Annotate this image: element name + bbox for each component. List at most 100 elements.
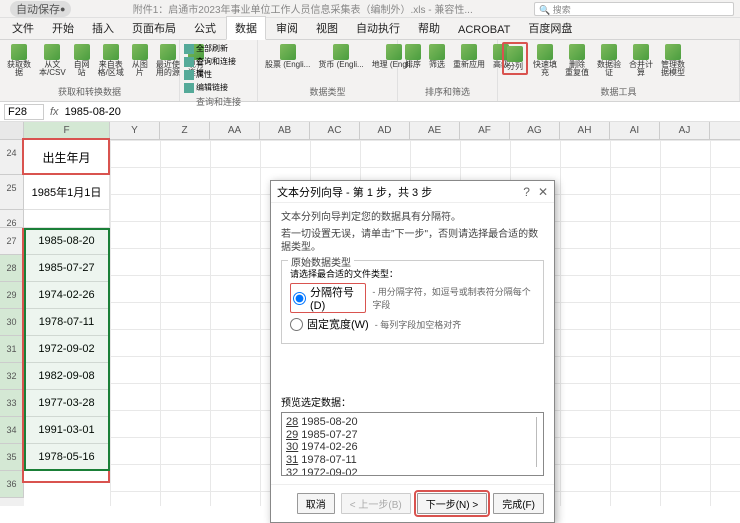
row-header-30[interactable]: 30 xyxy=(0,309,24,336)
tab-审阅[interactable]: 审阅 xyxy=(268,17,306,39)
tab-页面布局[interactable]: 页面布局 xyxy=(124,17,184,39)
col-header-AH[interactable]: AH xyxy=(560,122,610,139)
col-header-AF[interactable]: AF xyxy=(460,122,510,139)
dialog-close-icon[interactable]: ✕ xyxy=(538,185,548,199)
cell-value[interactable]: 1972-09-02 xyxy=(24,336,110,363)
ribbon-button[interactable]: 重新应用 xyxy=(450,42,488,71)
data-type-fieldset: 原始数据类型 请选择最合适的文件类型： 分隔符号(D) - 用分隔字符，如逗号或… xyxy=(281,260,544,344)
cell-value[interactable]: 1985-08-20 xyxy=(24,228,110,255)
radio-hint: - 每列字段加空格对齐 xyxy=(375,318,462,331)
tab-插入[interactable]: 插入 xyxy=(84,17,122,39)
name-box[interactable]: F28 xyxy=(4,104,44,120)
cell-value[interactable]: 1991-03-01 xyxy=(24,417,110,444)
cell-value[interactable]: 1982-09-08 xyxy=(24,363,110,390)
tab-自动执行[interactable]: 自动执行 xyxy=(348,17,408,39)
tab-帮助[interactable]: 帮助 xyxy=(410,17,448,39)
group-label: 数据类型 xyxy=(262,84,393,99)
ribbon-button[interactable]: 快速填充 xyxy=(530,42,560,79)
row-header-32[interactable]: 32 xyxy=(0,363,24,390)
tab-文件[interactable]: 文件 xyxy=(4,17,42,39)
row-header-31[interactable]: 31 xyxy=(0,336,24,363)
ribbon-button[interactable]: 管理数据模型 xyxy=(658,42,688,79)
column-headers: FYZAAABACADAEAFAGAHAIAJ xyxy=(0,122,740,140)
cell-value[interactable]: 1978-07-11 xyxy=(24,309,110,336)
cell-value[interactable]: 1985-07-27 xyxy=(24,255,110,282)
autosave-toggle[interactable]: 自动保存 ● xyxy=(10,1,71,17)
ribbon-button[interactable]: 全部刷新 xyxy=(184,42,228,55)
col-header-AJ[interactable]: AJ xyxy=(660,122,710,139)
col-header-Z[interactable]: Z xyxy=(160,122,210,139)
dialog-title-bar[interactable]: 文本分列向导 - 第 1 步，共 3 步 ? ✕ xyxy=(271,181,554,203)
ribbon-button[interactable]: 筛选 xyxy=(426,42,448,71)
ribbon-button[interactable]: 货币 (Engli... xyxy=(315,42,366,71)
ribbon-group-queries: 全部刷新查询和连接属性编辑链接 查询和连接 xyxy=(180,40,258,101)
cell-value[interactable]: 1974-02-26 xyxy=(24,282,110,309)
ribbon-tabs: 文件开始插入页面布局公式数据审阅视图自动执行帮助ACROBAT百度网盘 xyxy=(0,18,740,40)
ribbon-button[interactable]: 属性 xyxy=(184,68,212,81)
row-header-25[interactable]: 25 xyxy=(0,175,24,210)
tab-视图[interactable]: 视图 xyxy=(308,17,346,39)
col-header-F[interactable]: F xyxy=(24,122,110,139)
ribbon-button[interactable]: 分列 xyxy=(502,42,528,75)
ribbon-button[interactable]: 合并计算 xyxy=(626,42,656,79)
tab-ACROBAT[interactable]: ACROBAT xyxy=(450,21,518,39)
row-header-34[interactable]: 34 xyxy=(0,417,24,444)
tab-数据[interactable]: 数据 xyxy=(226,16,266,40)
col-header-Y[interactable]: Y xyxy=(110,122,160,139)
row-header-36[interactable]: 36 xyxy=(0,471,24,498)
ribbon-button[interactable]: 排序 xyxy=(402,42,424,71)
row-header-27[interactable]: 27 xyxy=(0,228,24,255)
group-label: 获取和转换数据 xyxy=(4,84,175,99)
ribbon-button[interactable]: 自网站 xyxy=(71,42,93,79)
ribbon-button[interactable]: 从文本/CSV xyxy=(36,42,69,79)
row-header-28[interactable]: 28 xyxy=(0,255,24,282)
dialog-text: 若一切设置无误，请单击"下一步"，否则请选择最合适的数据类型。 xyxy=(281,228,544,254)
ribbon-button[interactable]: 查询和连接 xyxy=(184,55,236,68)
ribbon-button[interactable]: 最近使用的源 xyxy=(153,42,183,79)
ribbon-group-data-tools: 分列快速填充删除重复值数据验证合并计算管理数据模型 数据工具 xyxy=(498,40,740,101)
formula-value[interactable]: 1985-08-20 xyxy=(65,106,121,118)
ribbon-button[interactable]: 从图片 xyxy=(129,42,151,79)
search-box[interactable]: 🔍 搜索 xyxy=(534,2,734,16)
radio-fixed-width[interactable] xyxy=(290,318,303,331)
tab-开始[interactable]: 开始 xyxy=(44,17,82,39)
col-header-AB[interactable]: AB xyxy=(260,122,310,139)
row-header-24[interactable]: 24 xyxy=(0,140,24,175)
row-header-29[interactable]: 29 xyxy=(0,282,24,309)
cell-blank[interactable] xyxy=(24,210,110,228)
dialog-help-icon[interactable]: ? xyxy=(523,185,530,199)
row-header-26[interactable]: 26 xyxy=(0,210,24,228)
preview-label: 预览选定数据： xyxy=(281,394,544,409)
ribbon-group-data-types: 股票 (Engli...货币 (Engli...地理 (Engli... 数据类… xyxy=(258,40,398,101)
col-header-AA[interactable]: AA xyxy=(210,122,260,139)
ribbon-button[interactable]: 来自表格/区域 xyxy=(95,42,127,79)
col-header-AD[interactable]: AD xyxy=(360,122,410,139)
row-header-33[interactable]: 33 xyxy=(0,390,24,417)
ribbon-button[interactable]: 股票 (Engli... xyxy=(262,42,313,71)
radio-delimited[interactable] xyxy=(293,292,306,305)
col-header-AE[interactable]: AE xyxy=(410,122,460,139)
tab-百度网盘[interactable]: 百度网盘 xyxy=(520,17,580,39)
fx-icon[interactable]: fx xyxy=(50,106,59,118)
cell-header[interactable]: 出生年月 xyxy=(24,140,110,175)
next-button[interactable]: 下一步(N) > xyxy=(417,493,488,514)
finish-button[interactable]: 完成(F) xyxy=(493,493,544,514)
select-all-corner[interactable] xyxy=(0,122,24,139)
column-f: 出生年月 1985年1月1日 1985-08-201985-07-271974-… xyxy=(24,140,110,471)
dialog-text: 文本分列向导判定您的数据具有分隔符。 xyxy=(281,211,544,224)
file-name: 附件1：启通市2023年事业单位工作人员信息采集表（编制外）.xls - 兼容性… xyxy=(71,1,534,16)
ribbon-button[interactable]: 删除重复值 xyxy=(562,42,592,79)
back-button[interactable]: < 上一步(B) xyxy=(341,493,411,514)
row-header-35[interactable]: 35 xyxy=(0,444,24,471)
ribbon-button[interactable]: 数据验证 xyxy=(594,42,624,79)
col-header-AI[interactable]: AI xyxy=(610,122,660,139)
col-header-AC[interactable]: AC xyxy=(310,122,360,139)
col-header-AG[interactable]: AG xyxy=(510,122,560,139)
ribbon-button[interactable]: 编辑链接 xyxy=(184,81,228,94)
cell-value[interactable]: 1978-05-16 xyxy=(24,444,110,471)
tab-公式[interactable]: 公式 xyxy=(186,17,224,39)
ribbon-button[interactable]: 获取数据 xyxy=(4,42,34,79)
cell-value[interactable]: 1977-03-28 xyxy=(24,390,110,417)
cancel-button[interactable]: 取消 xyxy=(297,493,335,514)
cell-date-text[interactable]: 1985年1月1日 xyxy=(24,175,110,210)
